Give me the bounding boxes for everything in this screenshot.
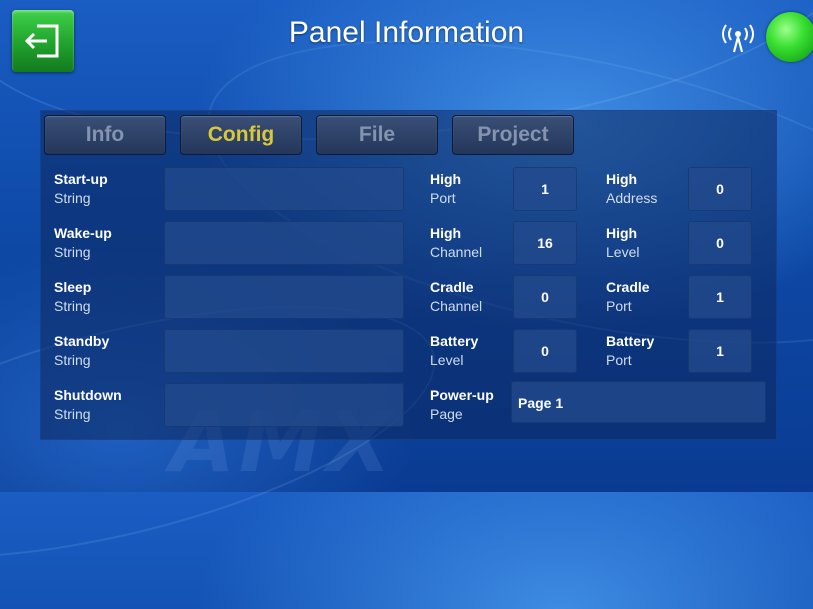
battery-port-label: Battery Port xyxy=(606,333,655,368)
powerup-page-field[interactable]: Page 1 xyxy=(511,381,766,423)
cradle-channel-field[interactable]: 0 xyxy=(513,275,577,319)
config-panel: Info Config File Project Start-up String… xyxy=(40,110,777,440)
cradle-channel-label: Cradle Channel xyxy=(430,279,483,314)
battery-level-label: Battery Level xyxy=(430,333,479,368)
wakeup-string-field[interactable] xyxy=(164,221,404,265)
cradle-port-field[interactable]: 1 xyxy=(688,275,752,319)
cradle-port-label: Cradle Port xyxy=(606,279,650,314)
shutdown-string-field[interactable] xyxy=(164,383,404,427)
high-port-label: High Port xyxy=(430,171,462,206)
battery-port-field[interactable]: 1 xyxy=(688,329,752,373)
powerup-page-label: Power-up Page xyxy=(430,387,494,422)
startup-string-label: Start-up String xyxy=(54,171,108,206)
tab-info[interactable]: Info xyxy=(44,115,166,155)
high-level-field[interactable]: 0 xyxy=(688,221,752,265)
tab-config[interactable]: Config xyxy=(180,115,302,155)
wakeup-string-label: Wake-up String xyxy=(54,225,112,260)
standby-string-field[interactable] xyxy=(164,329,404,373)
tab-file[interactable]: File xyxy=(316,115,438,155)
page-title: Panel Information xyxy=(288,16,525,49)
tab-project[interactable]: Project xyxy=(452,115,574,155)
high-address-label: High Address xyxy=(606,171,658,206)
sleep-string-label: Sleep String xyxy=(54,279,92,314)
battery-level-field[interactable]: 0 xyxy=(513,329,577,373)
standby-string-label: Standby String xyxy=(54,333,110,368)
connection-status-indicator xyxy=(766,12,813,62)
high-channel-label: High Channel xyxy=(430,225,483,260)
sleep-string-field[interactable] xyxy=(164,275,404,319)
wireless-signal-icon xyxy=(722,24,754,53)
high-channel-field[interactable]: 16 xyxy=(513,221,577,265)
startup-string-field[interactable] xyxy=(164,167,404,211)
high-port-field[interactable]: 1 xyxy=(513,167,577,211)
high-address-field[interactable]: 0 xyxy=(688,167,752,211)
shutdown-string-label: Shutdown String xyxy=(54,387,122,422)
high-level-label: High Level xyxy=(606,225,640,260)
